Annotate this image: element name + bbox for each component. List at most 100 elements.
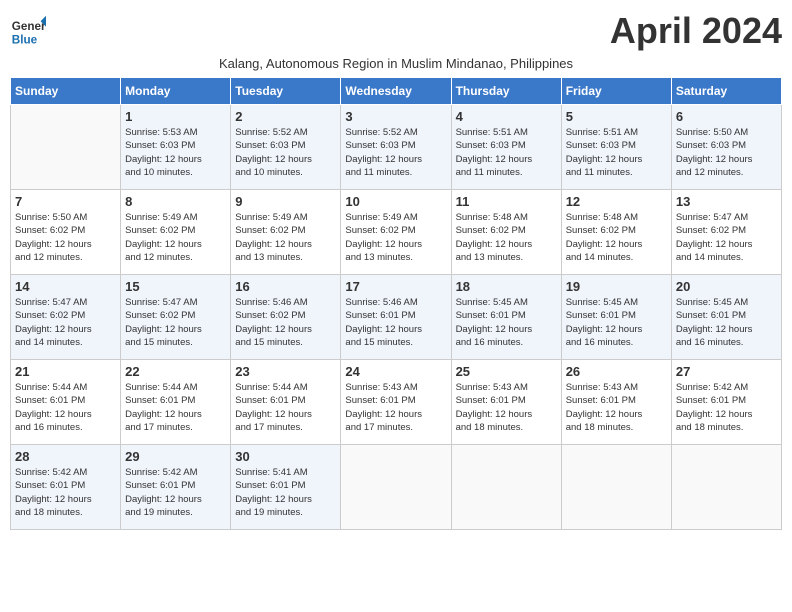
calendar-cell: 21 Sunrise: 5:44 AMSunset: 6:01 PMDayligh… xyxy=(11,360,121,445)
day-info: Sunrise: 5:44 AMSunset: 6:01 PMDaylight:… xyxy=(235,381,336,434)
day-number: 24 xyxy=(345,364,446,379)
day-number: 8 xyxy=(125,194,226,209)
day-number: 14 xyxy=(15,279,116,294)
calendar-cell: 7 Sunrise: 5:50 AMSunset: 6:02 PMDaylight… xyxy=(11,190,121,275)
calendar-cell: 10Sunrise: 5:49 AMSunset: 6:02 PMDayligh… xyxy=(341,190,451,275)
calendar-cell: 3 Sunrise: 5:52 AMSunset: 6:03 PMDaylight… xyxy=(341,105,451,190)
day-info: Sunrise: 5:48 AMSunset: 6:02 PMDaylight:… xyxy=(566,211,667,264)
day-info: Sunrise: 5:45 AMSunset: 6:01 PMDaylight:… xyxy=(676,296,777,349)
calendar-cell: 14 Sunrise: 5:47 AMSunset: 6:02 PMDayligh… xyxy=(11,275,121,360)
day-of-week-header: Tuesday xyxy=(231,78,341,105)
calendar-cell: 15 Sunrise: 5:47 AMSunset: 6:02 PMDayligh… xyxy=(121,275,231,360)
day-number: 4 xyxy=(456,109,557,124)
day-number: 12 xyxy=(566,194,667,209)
day-info: Sunrise: 5:50 AMSunset: 6:03 PMDaylight:… xyxy=(676,126,777,179)
day-of-week-header: Friday xyxy=(561,78,671,105)
calendar-cell xyxy=(561,445,671,530)
day-info: Sunrise: 5:48 AMSunset: 6:02 PMDaylight:… xyxy=(456,211,557,264)
calendar-cell: 13 Sunrise: 5:47 AMSunset: 6:02 PMDayligh… xyxy=(671,190,781,275)
day-number: 19 xyxy=(566,279,667,294)
day-number: 21 xyxy=(15,364,116,379)
calendar-cell xyxy=(341,445,451,530)
day-number: 10 xyxy=(345,194,446,209)
day-number: 11 xyxy=(456,194,557,209)
day-info: Sunrise: 5:44 AMSunset: 6:01 PMDaylight:… xyxy=(125,381,226,434)
day-info: Sunrise: 5:44 AMSunset: 6:01 PMDaylight:… xyxy=(15,381,116,434)
calendar-cell: 11 Sunrise: 5:48 AMSunset: 6:02 PMDayligh… xyxy=(451,190,561,275)
calendar-cell: 24 Sunrise: 5:43 AMSunset: 6:01 PMDayligh… xyxy=(341,360,451,445)
calendar-cell: 29 Sunrise: 5:42 AMSunset: 6:01 PMDayligh… xyxy=(121,445,231,530)
day-number: 3 xyxy=(345,109,446,124)
day-number: 17 xyxy=(345,279,446,294)
subtitle: Kalang, Autonomous Region in Muslim Mind… xyxy=(10,56,782,71)
day-info: Sunrise: 5:53 AMSunset: 6:03 PMDaylight:… xyxy=(125,126,226,179)
day-info: Sunrise: 5:51 AMSunset: 6:03 PMDaylight:… xyxy=(566,126,667,179)
logo-icon: General Blue xyxy=(10,14,46,50)
day-info: Sunrise: 5:49 AMSunset: 6:02 PMDaylight:… xyxy=(235,211,336,264)
day-number: 22 xyxy=(125,364,226,379)
calendar-cell xyxy=(11,105,121,190)
day-info: Sunrise: 5:41 AMSunset: 6:01 PMDaylight:… xyxy=(235,466,336,519)
calendar-cell: 20 Sunrise: 5:45 AMSunset: 6:01 PMDayligh… xyxy=(671,275,781,360)
calendar-cell: 5 Sunrise: 5:51 AMSunset: 6:03 PMDaylight… xyxy=(561,105,671,190)
calendar-cell: 22 Sunrise: 5:44 AMSunset: 6:01 PMDayligh… xyxy=(121,360,231,445)
calendar-cell: 12 Sunrise: 5:48 AMSunset: 6:02 PMDayligh… xyxy=(561,190,671,275)
day-of-week-header: Saturday xyxy=(671,78,781,105)
day-number: 2 xyxy=(235,109,336,124)
day-number: 7 xyxy=(15,194,116,209)
calendar-cell xyxy=(451,445,561,530)
day-of-week-header: Monday xyxy=(121,78,231,105)
calendar-cell: 6 Sunrise: 5:50 AMSunset: 6:03 PMDaylight… xyxy=(671,105,781,190)
day-number: 23 xyxy=(235,364,336,379)
calendar-cell: 19Sunrise: 5:45 AMSunset: 6:01 PMDayligh… xyxy=(561,275,671,360)
calendar-cell: 8 Sunrise: 5:49 AMSunset: 6:02 PMDaylight… xyxy=(121,190,231,275)
day-number: 15 xyxy=(125,279,226,294)
calendar-cell: 25Sunrise: 5:43 AMSunset: 6:01 PMDayligh… xyxy=(451,360,561,445)
day-info: Sunrise: 5:46 AMSunset: 6:01 PMDaylight:… xyxy=(345,296,446,349)
day-info: Sunrise: 5:47 AMSunset: 6:02 PMDaylight:… xyxy=(125,296,226,349)
day-number: 26 xyxy=(566,364,667,379)
day-info: Sunrise: 5:42 AMSunset: 6:01 PMDaylight:… xyxy=(676,381,777,434)
logo: General Blue xyxy=(10,14,46,50)
day-number: 13 xyxy=(676,194,777,209)
day-info: Sunrise: 5:45 AMSunset: 6:01 PMDaylight:… xyxy=(456,296,557,349)
calendar-cell: 26Sunrise: 5:43 AMSunset: 6:01 PMDayligh… xyxy=(561,360,671,445)
svg-text:General: General xyxy=(12,20,46,33)
calendar-cell: 16Sunrise: 5:46 AMSunset: 6:02 PMDayligh… xyxy=(231,275,341,360)
day-number: 18 xyxy=(456,279,557,294)
calendar-cell: 4 Sunrise: 5:51 AMSunset: 6:03 PMDaylight… xyxy=(451,105,561,190)
day-info: Sunrise: 5:42 AMSunset: 6:01 PMDaylight:… xyxy=(125,466,226,519)
month-title: April 2024 xyxy=(610,10,782,52)
day-number: 5 xyxy=(566,109,667,124)
calendar-cell: 23 Sunrise: 5:44 AMSunset: 6:01 PMDayligh… xyxy=(231,360,341,445)
calendar-cell: 9 Sunrise: 5:49 AMSunset: 6:02 PMDaylight… xyxy=(231,190,341,275)
day-info: Sunrise: 5:52 AMSunset: 6:03 PMDaylight:… xyxy=(345,126,446,179)
calendar-cell: 18 Sunrise: 5:45 AMSunset: 6:01 PMDayligh… xyxy=(451,275,561,360)
day-info: Sunrise: 5:42 AMSunset: 6:01 PMDaylight:… xyxy=(15,466,116,519)
calendar-table: SundayMondayTuesdayWednesdayThursdayFrid… xyxy=(10,77,782,530)
calendar-cell: 28 Sunrise: 5:42 AMSunset: 6:01 PMDayligh… xyxy=(11,445,121,530)
calendar-cell: 17 Sunrise: 5:46 AMSunset: 6:01 PMDayligh… xyxy=(341,275,451,360)
day-number: 20 xyxy=(676,279,777,294)
day-number: 27 xyxy=(676,364,777,379)
day-number: 28 xyxy=(15,449,116,464)
day-number: 30 xyxy=(235,449,336,464)
calendar-cell: 1 Sunrise: 5:53 AMSunset: 6:03 PMDaylight… xyxy=(121,105,231,190)
day-number: 1 xyxy=(125,109,226,124)
day-info: Sunrise: 5:43 AMSunset: 6:01 PMDaylight:… xyxy=(456,381,557,434)
day-number: 29 xyxy=(125,449,226,464)
day-number: 6 xyxy=(676,109,777,124)
day-of-week-header: Wednesday xyxy=(341,78,451,105)
day-of-week-header: Sunday xyxy=(11,78,121,105)
day-info: Sunrise: 5:50 AMSunset: 6:02 PMDaylight:… xyxy=(15,211,116,264)
header: General Blue April 2024 xyxy=(10,10,782,52)
day-info: Sunrise: 5:43 AMSunset: 6:01 PMDaylight:… xyxy=(345,381,446,434)
day-info: Sunrise: 5:51 AMSunset: 6:03 PMDaylight:… xyxy=(456,126,557,179)
day-info: Sunrise: 5:49 AMSunset: 6:02 PMDaylight:… xyxy=(125,211,226,264)
calendar-cell: 30 Sunrise: 5:41 AMSunset: 6:01 PMDayligh… xyxy=(231,445,341,530)
day-info: Sunrise: 5:47 AMSunset: 6:02 PMDaylight:… xyxy=(15,296,116,349)
day-number: 16 xyxy=(235,279,336,294)
day-info: Sunrise: 5:47 AMSunset: 6:02 PMDaylight:… xyxy=(676,211,777,264)
day-number: 9 xyxy=(235,194,336,209)
day-of-week-header: Thursday xyxy=(451,78,561,105)
